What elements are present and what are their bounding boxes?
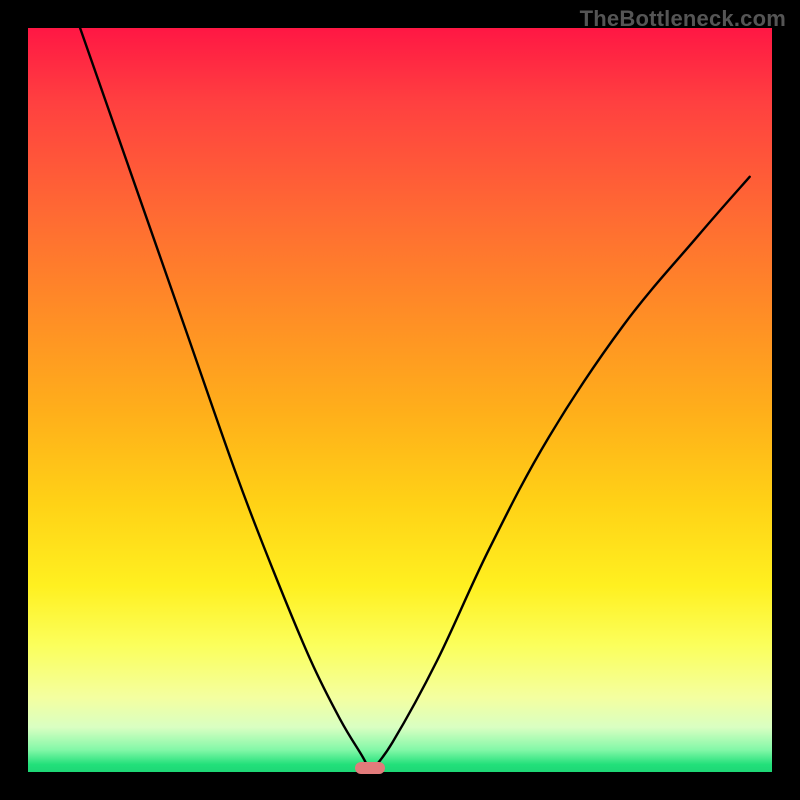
min-marker [355, 762, 385, 774]
chart-frame: TheBottleneck.com [0, 0, 800, 800]
watermark-text: TheBottleneck.com [580, 6, 786, 32]
curve-right [370, 177, 749, 772]
curve-left [80, 28, 370, 772]
bottleneck-curve [28, 28, 772, 772]
plot-area [28, 28, 772, 772]
